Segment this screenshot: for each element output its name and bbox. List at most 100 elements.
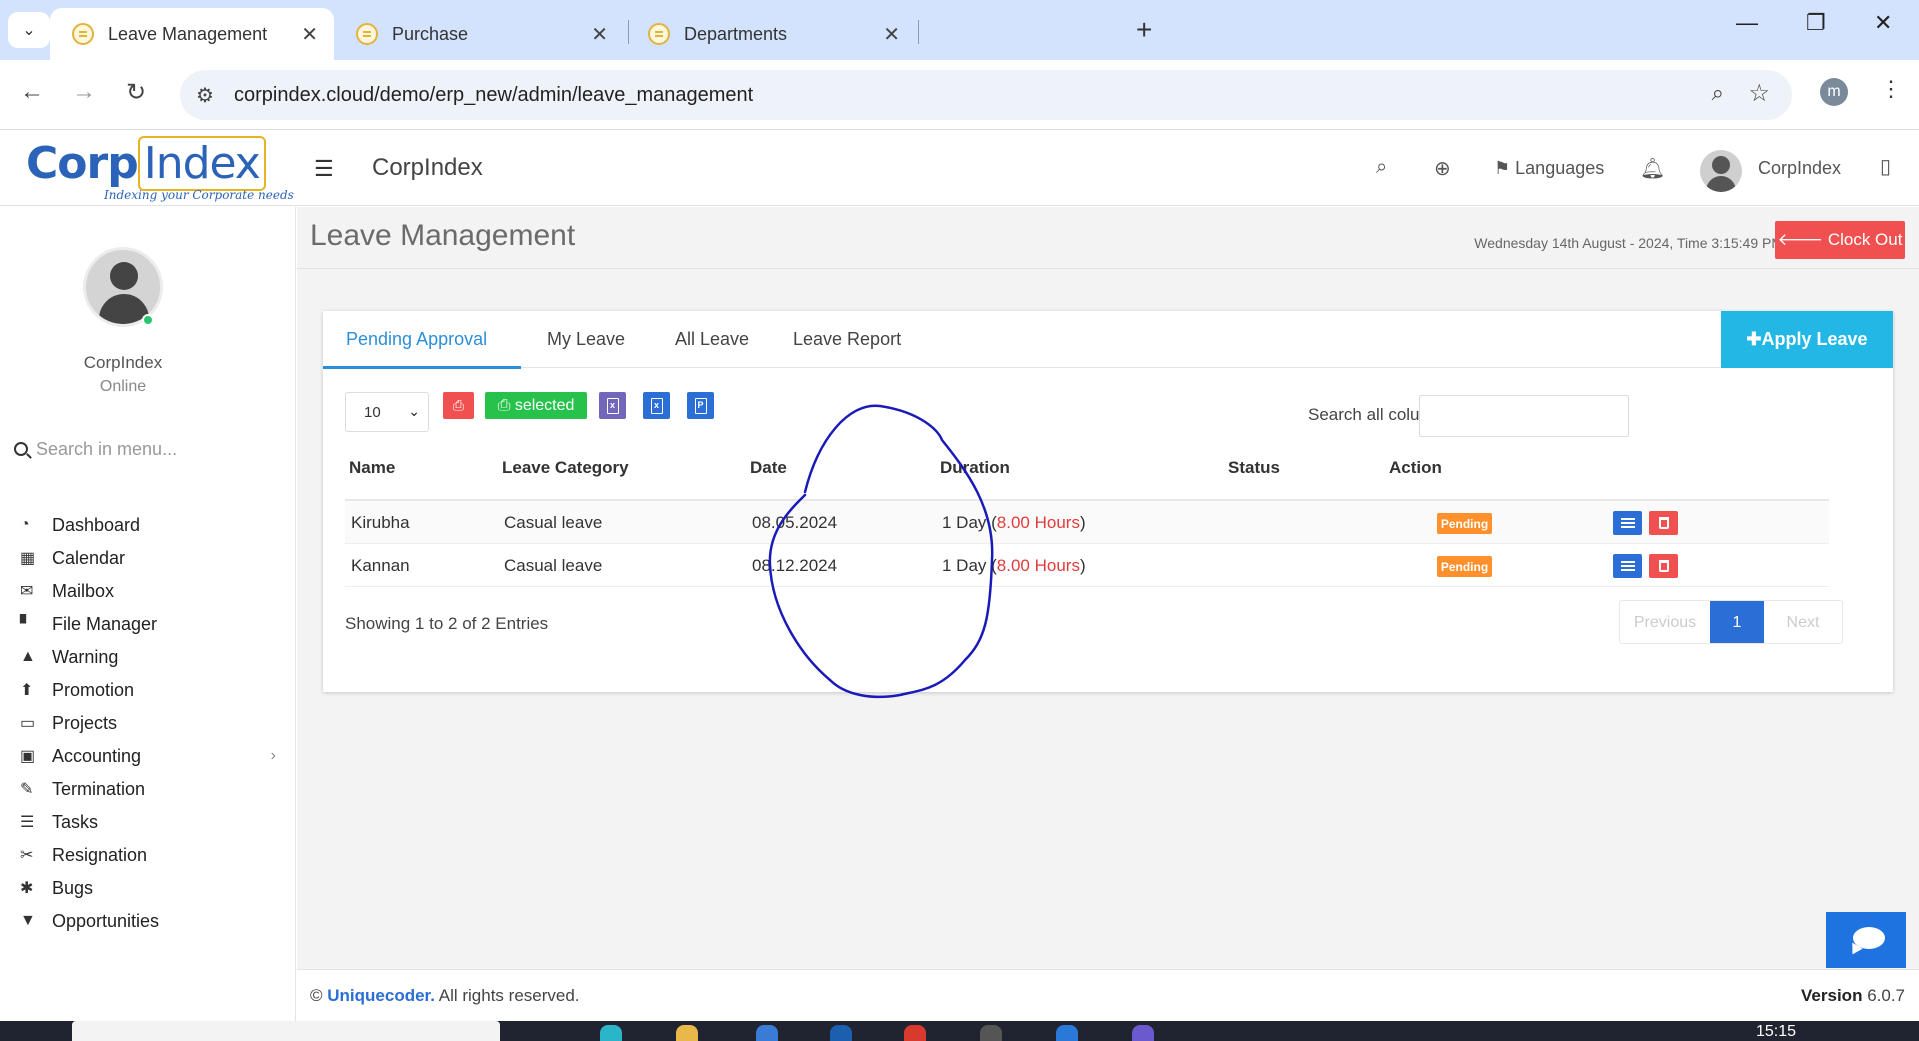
warning-icon: ▲ <box>20 648 36 665</box>
user-avatar[interactable] <box>1700 150 1742 192</box>
tab-search-button[interactable]: ⌄ <box>8 12 50 48</box>
column-header-name[interactable]: Name <box>349 458 395 478</box>
page-header: Leave Management Wednesday 14th August -… <box>297 207 1919 269</box>
chat-button[interactable] <box>1826 912 1906 968</box>
pagination-previous[interactable]: Previous <box>1620 601 1710 643</box>
delete-button[interactable] <box>1649 511 1678 535</box>
clock-out-label: Clock Out <box>1827 230 1903 249</box>
view-details-button[interactable] <box>1613 511 1642 535</box>
taskbar-search-box[interactable] <box>72 1021 500 1041</box>
tab-my-leave[interactable]: My Leave <box>547 329 625 350</box>
apply-leave-button[interactable]: ✚ Apply Leave <box>1721 311 1893 368</box>
close-tab-icon[interactable]: ✕ <box>883 22 900 47</box>
tab-all-leave[interactable]: All Leave <box>675 329 749 350</box>
sidebar-item-resignation[interactable]: ✂ Resignation <box>20 840 282 870</box>
sidebar-item-file-manager[interactable]: ▘ File Manager <box>20 609 282 639</box>
calendar-icon: ▦ <box>20 550 36 567</box>
search-icon[interactable]: ⌕ <box>1376 156 1387 179</box>
taskbar-app-icon[interactable] <box>1056 1025 1078 1041</box>
sidebar-search-placeholder[interactable]: Search in menu... <box>36 439 177 459</box>
column-header-status[interactable]: Status <box>1228 458 1280 478</box>
add-circle-icon[interactable]: ⊕ <box>1434 156 1451 181</box>
print-icon: ⎙ <box>497 396 515 414</box>
arrow-left-icon: 🡐 <box>1777 230 1828 249</box>
taskbar-app-icon[interactable] <box>830 1025 852 1041</box>
new-tab-icon[interactable]: + <box>1136 14 1152 46</box>
sidebar-item-dashboard[interactable]: ◔ Dashboard <box>20 510 282 540</box>
sidebar-item-accounting[interactable]: ▣ Accounting › <box>20 741 282 771</box>
site-favicon-icon <box>72 23 94 45</box>
browser-tab-purchase[interactable]: Purchase ✕ <box>334 8 624 60</box>
trash-icon <box>1658 517 1669 529</box>
dashboard-icon: ◔ <box>20 516 30 533</box>
sidebar-search[interactable]: Search in menu... <box>14 439 177 460</box>
url-text[interactable]: corpindex.cloud/demo/erp_new/admin/leave… <box>234 84 753 107</box>
taskbar-app-icon[interactable] <box>756 1025 778 1041</box>
taskbar-app-icon[interactable] <box>1132 1025 1154 1041</box>
taskbar-app-icon[interactable] <box>600 1025 622 1041</box>
side-panel-icon[interactable]: ▯ <box>1880 154 1891 179</box>
site-info-icon[interactable]: ⚙ <box>196 83 214 108</box>
back-icon[interactable]: ← <box>20 78 44 106</box>
bell-icon[interactable]: 🔔︎ <box>1640 156 1665 181</box>
header-user-name[interactable]: CorpIndex <box>1758 158 1841 179</box>
languages-menu[interactable]: ⚑ Languages <box>1494 158 1604 179</box>
sidebar-item-warning[interactable]: ▲ Warning <box>20 642 282 672</box>
sidebar-item-termination[interactable]: ✎ Termination <box>20 774 282 804</box>
page-title: Leave Management <box>310 219 576 252</box>
browser-menu-icon[interactable]: ⋮ <box>1880 76 1902 102</box>
sidebar-item-label: Bugs <box>52 877 94 898</box>
clock-out-button[interactable]: 🡐 Clock Out <box>1775 221 1905 259</box>
reload-icon[interactable]: ↻ <box>126 78 146 107</box>
sidebar-item-mailbox[interactable]: ✉ Mailbox <box>20 576 282 606</box>
tab-pending-approval[interactable]: Pending Approval <box>346 329 487 350</box>
tab-leave-report[interactable]: Leave Report <box>793 329 901 350</box>
print-selected-button[interactable]: ⎙ selected <box>485 392 587 419</box>
export-pdf-button[interactable]: P <box>687 392 714 419</box>
search-all-columns-input[interactable] <box>1419 395 1629 437</box>
view-details-button[interactable] <box>1613 554 1642 578</box>
close-tab-icon[interactable]: ✕ <box>591 22 608 47</box>
minimize-icon[interactable]: — <box>1736 10 1758 36</box>
taskbar-app-icon[interactable] <box>980 1025 1002 1041</box>
sidebar-item-projects[interactable]: ▭ Projects <box>20 708 282 738</box>
export-csv-button[interactable]: x <box>599 392 626 419</box>
column-header-action[interactable]: Action <box>1389 458 1442 478</box>
restore-window-icon[interactable]: ❐ <box>1806 10 1826 36</box>
export-excel-button[interactable]: x <box>643 392 670 419</box>
version-info: Version 6.0.7 <box>1801 986 1905 1006</box>
forward-icon[interactable]: → <box>72 78 96 106</box>
cell-date: 08.12.2024 <box>752 556 838 575</box>
eraser-icon: ✎ <box>20 781 34 798</box>
sidebar-item-opportunities[interactable]: ▼ Opportunities <box>20 906 282 936</box>
page-length-select[interactable]: 10 ⌄ <box>345 392 429 432</box>
profile-avatar[interactable]: m <box>1820 78 1848 106</box>
corpindex-logo[interactable]: Corp Index Indexing your Corporate needs <box>26 136 294 206</box>
browser-tab-departments[interactable]: Departments ✕ <box>626 8 916 60</box>
column-header-date[interactable]: Date <box>750 458 787 478</box>
pagination-next[interactable]: Next <box>1764 601 1842 643</box>
tab-title: Purchase <box>392 23 469 44</box>
taskbar-app-icon[interactable] <box>904 1025 926 1041</box>
menu-toggle-icon[interactable]: ☰ <box>314 156 334 182</box>
print-button[interactable]: ⎙ <box>443 392 474 419</box>
sidebar-item-promotion[interactable]: ⬆ Promotion <box>20 675 282 705</box>
browser-tab-leave-management[interactable]: Leave Management ✕ <box>50 8 334 60</box>
delete-button[interactable] <box>1649 554 1678 578</box>
address-bar[interactable]: ⚙ corpindex.cloud/demo/erp_new/admin/lea… <box>180 70 1792 120</box>
taskbar-app-icon[interactable] <box>676 1025 698 1041</box>
sidebar-item-tasks[interactable]: ☰ Tasks <box>20 807 282 837</box>
column-header-leave-category[interactable]: Leave Category <box>502 458 629 478</box>
close-window-icon[interactable]: ✕ <box>1874 10 1892 36</box>
zoom-icon[interactable]: ⌕ <box>1712 80 1724 106</box>
company-link[interactable]: Uniquecoder. <box>327 986 435 1005</box>
sidebar-item-bugs[interactable]: ✱ Bugs <box>20 873 282 903</box>
browser-toolbar: ← → ↻ ⚙ corpindex.cloud/demo/erp_new/adm… <box>0 60 1919 130</box>
duration-days: 1 Day ( <box>942 556 997 575</box>
column-header-duration[interactable]: Duration <box>940 458 1010 478</box>
bookmark-star-icon[interactable]: ☆ <box>1748 79 1770 108</box>
app-title: CorpIndex <box>372 154 483 181</box>
pagination-page-1[interactable]: 1 <box>1710 601 1764 643</box>
close-tab-icon[interactable]: ✕ <box>301 22 318 47</box>
sidebar-item-calendar[interactable]: ▦ Calendar <box>20 543 282 573</box>
